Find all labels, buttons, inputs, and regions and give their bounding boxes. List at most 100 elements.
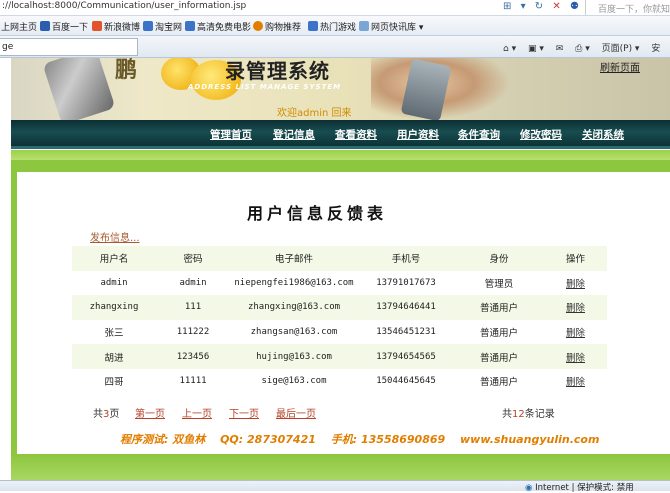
col-username: 用户名 xyxy=(99,254,129,266)
status-bar: ◉ Internet | 保护模式: 禁用 xyxy=(0,480,670,493)
cell-password: 123456 xyxy=(176,351,210,362)
refresh-icon[interactable]: ↻ xyxy=(535,1,543,12)
cell-password: 111 xyxy=(184,302,202,313)
delete-link[interactable]: 删除 xyxy=(566,303,585,314)
command-bar: ge ⌂ ▾ ▣ ▾ ✉ ⎙ ▾ 页面(P) ▾ 安 xyxy=(0,36,670,58)
address-bar: ://localhost:8000/Communication/user_inf… xyxy=(0,0,670,16)
feeds-icon[interactable]: ▣ ▾ xyxy=(528,44,544,54)
footer-qq: QQ: 287307421 xyxy=(220,433,316,446)
banner-subtitle: ADDRESS LIST MANAGE SYSTEM xyxy=(188,83,342,91)
status-zone-text: ◉ Internet | 保护模式: 禁用 xyxy=(525,481,634,493)
fav-shopping-label: 购物推荐 xyxy=(265,23,302,33)
cell-role: 管理员 xyxy=(484,278,514,290)
footer-website: www.shuangyulin.com xyxy=(460,433,600,446)
nav-user-data[interactable]: 用户资料 xyxy=(397,127,439,142)
baidu-icon xyxy=(40,21,50,31)
print-icon[interactable]: ⎙ ▾ xyxy=(575,44,590,54)
refresh-page-link[interactable]: 刷新页面 xyxy=(600,59,640,74)
fav-movies[interactable]: 高清免费电影 xyxy=(185,20,251,33)
cell-role: 普通用户 xyxy=(479,303,518,315)
frame-top-border xyxy=(11,150,670,160)
stop-icon[interactable]: ✕ xyxy=(552,1,560,12)
delete-link[interactable]: 删除 xyxy=(566,377,585,388)
main-nav: 管理首页 登记信息 查看资料 用户资料 条件查询 修改密码 关闭系统 xyxy=(11,120,670,149)
search-box[interactable]: 百度一下，你就知道 xyxy=(585,0,670,15)
cell-email: niepengfei1986@163.com xyxy=(234,277,354,288)
page-title: 用户信息反馈表 xyxy=(246,204,387,223)
cell-phone: 13791017673 xyxy=(376,277,436,288)
nav-home[interactable]: 管理首页 xyxy=(210,127,252,142)
fav-games[interactable]: 热门游戏 xyxy=(308,20,356,33)
status-zone-label: Internet | 保护模式: 禁用 xyxy=(535,483,634,493)
last-page-link[interactable]: 最后一页 xyxy=(276,405,316,420)
fav-webslices-label: 网页快讯库 ▾ xyxy=(371,23,424,33)
home-icon[interactable]: ⌂ ▾ xyxy=(503,44,516,54)
first-page-link[interactable]: 第一页 xyxy=(135,405,165,420)
mail-icon[interactable]: ✉ xyxy=(556,44,564,54)
games-icon xyxy=(308,21,318,31)
fav-webslices[interactable]: 网页快讯库 ▾ xyxy=(359,20,423,33)
url-field[interactable]: ://localhost:8000/Communication/user_inf… xyxy=(2,1,246,11)
cell-email: zhangxing@163.com xyxy=(247,302,341,313)
phone-image xyxy=(42,58,116,120)
nav-view-data[interactable]: 查看资料 xyxy=(335,127,377,142)
delete-link[interactable]: 删除 xyxy=(566,328,585,339)
dropdown-icon[interactable]: ▾ xyxy=(521,1,526,12)
shopping-icon xyxy=(253,21,263,31)
page-count-suffix: 页 xyxy=(109,409,120,420)
cell-action: 删除 xyxy=(544,271,607,296)
page-count-prefix: 共 xyxy=(93,409,103,420)
fav-movies-label: 高清免费电影 xyxy=(197,23,252,33)
taobao-icon xyxy=(143,21,153,31)
fav-taobao[interactable]: 淘宝网 xyxy=(143,20,182,33)
frame-bottom-border xyxy=(11,454,670,480)
cell-phone: 13546451231 xyxy=(376,327,436,338)
cell-role: 普通用户 xyxy=(479,352,518,364)
cell-email: sige@163.com xyxy=(261,376,327,387)
fav-baidu-label: 百度一下 xyxy=(52,23,89,33)
page-menu[interactable]: 页面(P) ▾ xyxy=(602,44,640,54)
cell-action: 删除 xyxy=(544,344,607,369)
prev-page-link[interactable]: 上一页 xyxy=(182,405,212,420)
cell-action: 删除 xyxy=(544,320,607,345)
record-total: 共12条记录 xyxy=(502,405,555,420)
cell-role: 普通用户 xyxy=(479,377,518,389)
fav-shopping[interactable]: 购物推荐 xyxy=(253,20,301,33)
address-buttons: ⊞ ▾ ↻ ✕ ⚉ xyxy=(503,1,585,12)
next-page-link[interactable]: 下一页 xyxy=(229,405,259,420)
cell-password: 111222 xyxy=(176,327,210,338)
nav-change-password[interactable]: 修改密码 xyxy=(520,127,562,142)
col-phone: 手机号 xyxy=(391,254,421,266)
total-count: 12 xyxy=(512,409,525,420)
cell-username: zhangxing xyxy=(89,302,139,313)
footer-phone: 手机: 13558690869 xyxy=(330,433,446,446)
col-email: 电子邮件 xyxy=(274,254,313,266)
nav-query[interactable]: 条件查询 xyxy=(458,127,500,142)
compat-icon[interactable]: ⊞ xyxy=(503,1,511,12)
total-prefix: 共 xyxy=(502,409,512,420)
delete-link[interactable]: 删除 xyxy=(566,279,585,290)
footer-credits: 程序测试: 双鱼林 QQ: 287307421 手机: 13558690869 … xyxy=(120,431,610,447)
cell-email: zhangsan@163.com xyxy=(250,327,338,338)
safety-menu[interactable]: 安 xyxy=(651,44,660,54)
cell-username: 胡进 xyxy=(104,352,124,364)
cell-phone: 13794654565 xyxy=(376,351,436,362)
cell-username: admin xyxy=(100,277,128,288)
footer-author: 程序测试: 双鱼林 xyxy=(120,433,206,446)
col-action: 操作 xyxy=(565,254,585,266)
cell-action: 删除 xyxy=(544,369,607,394)
browser-tab[interactable]: ge xyxy=(0,38,138,56)
favorites-bar: 上网主页 百度一下 新浪微博 淘宝网 高清免费电影 购物推荐 热门游戏 网页快讯… xyxy=(0,16,670,36)
user-table: 用户名 密码 电子邮件 手机号 身份 操作 admin admin niepen… xyxy=(72,246,607,394)
nav-close-system[interactable]: 关闭系统 xyxy=(582,127,624,142)
table-row: 四哥 11111 sige@163.com 15044645645 普通用户 删… xyxy=(72,368,607,394)
fav-baidu[interactable]: 百度一下 xyxy=(40,20,88,33)
nav-register[interactable]: 登记信息 xyxy=(273,127,315,142)
cell-action: 删除 xyxy=(544,295,607,320)
fav-weibo[interactable]: 新浪微博 xyxy=(92,20,140,33)
publish-info-link[interactable]: 发布信息... xyxy=(90,229,140,244)
delete-link[interactable]: 删除 xyxy=(566,353,585,364)
fav-home[interactable]: 上网主页 xyxy=(1,20,37,33)
cell-phone: 13794646441 xyxy=(376,302,436,313)
cell-password: admin xyxy=(179,277,207,288)
